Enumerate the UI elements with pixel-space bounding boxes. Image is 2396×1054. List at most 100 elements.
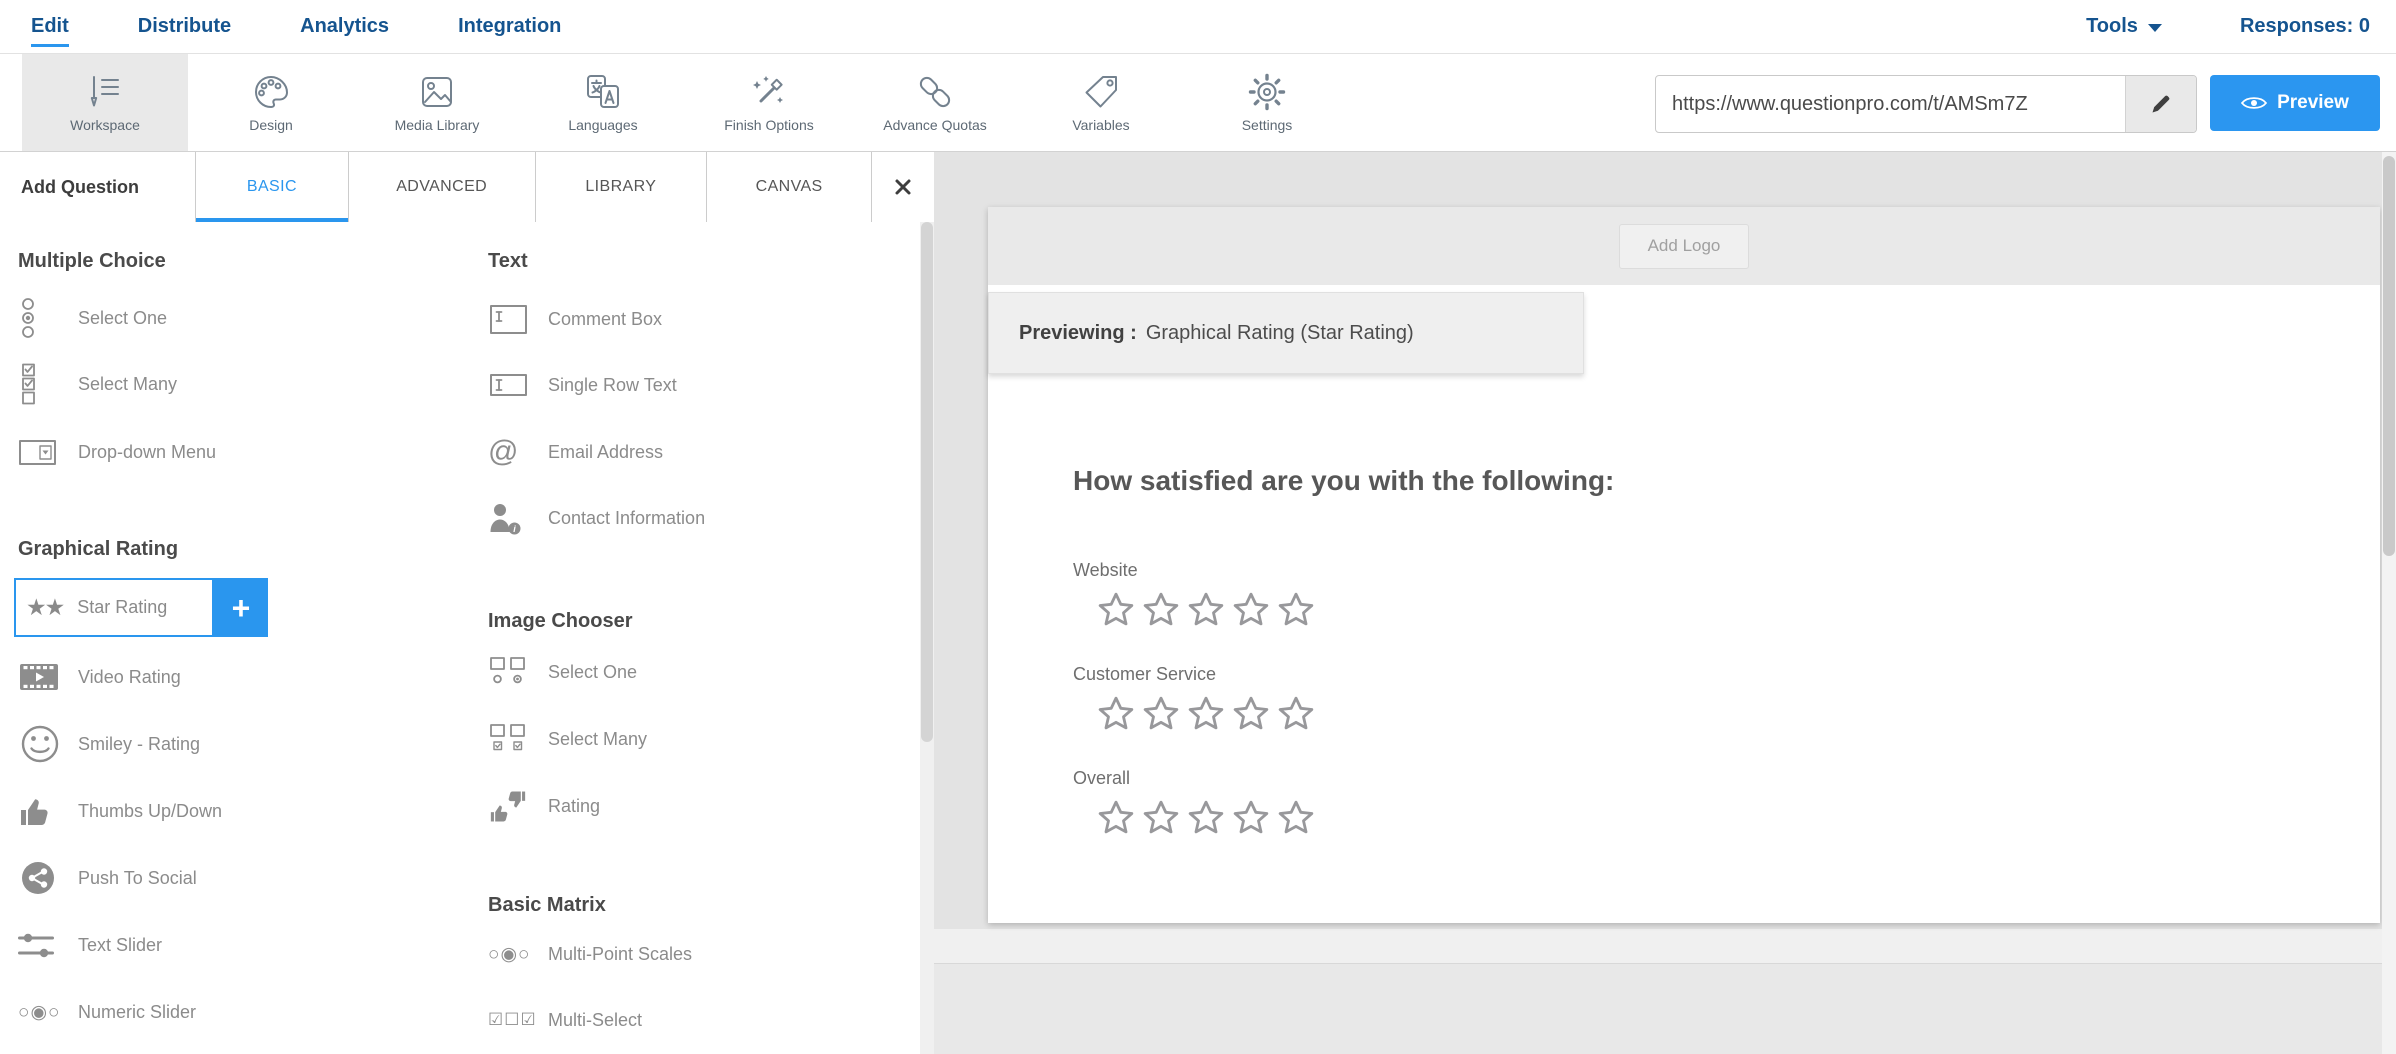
nav-edit[interactable]: Edit — [31, 15, 69, 38]
rating-row-label: Overall — [1073, 767, 1320, 789]
star-rating-box[interactable]: ★★ Star Rating — [14, 578, 214, 637]
preview-button[interactable]: Preview — [2210, 75, 2380, 131]
toolbar-advance-quotas[interactable]: Advance Quotas — [852, 54, 1018, 151]
toolbar-design[interactable]: Design — [188, 54, 354, 151]
toolbar-label: Media Library — [395, 117, 480, 133]
questionpro-editor: Edit Distribute Analytics Integration To… — [0, 0, 2396, 1054]
responses-count[interactable]: Responses: 0 — [2240, 15, 2370, 38]
qtype-multi-select[interactable]: ☑☐☑ Multi-Select — [488, 998, 934, 1042]
dropdown-box-icon — [18, 430, 64, 474]
rating-row-customer-service: Customer Service — [1073, 663, 1320, 734]
preview-label: Preview — [2277, 92, 2349, 114]
pane-scrollbar[interactable] — [2382, 152, 2396, 1054]
qtype-numeric-slider[interactable]: ○◉○ Numeric Slider — [18, 990, 468, 1034]
single-row-icon — [488, 363, 534, 407]
star-icon[interactable] — [1275, 694, 1317, 734]
qtype-label: Single Row Text — [548, 375, 677, 396]
multi-checkbox-icon: ☑☐☑ — [488, 1010, 534, 1030]
rating-row-overall: Overall — [1073, 767, 1320, 838]
star-icon[interactable] — [1230, 798, 1272, 838]
qtype-star-rating-selected[interactable]: ★★ Star Rating + — [14, 578, 468, 637]
add-star-rating-button[interactable]: + — [214, 578, 268, 637]
survey-url-input[interactable] — [1656, 76, 2125, 132]
qtype-text-slider[interactable]: Text Slider — [18, 923, 468, 967]
add-logo-button[interactable]: Add Logo — [1619, 224, 1749, 269]
toolbar-label: Variables — [1072, 117, 1129, 133]
star-icon[interactable] — [1185, 694, 1227, 734]
workspace-icon — [85, 72, 125, 112]
qtype-push-to-social[interactable]: Push To Social — [18, 856, 468, 900]
qtype-thumbs-up-down[interactable]: Thumbs Up/Down — [18, 789, 468, 833]
tab-canvas[interactable]: CANVAS — [706, 152, 871, 222]
star-icon[interactable] — [1275, 798, 1317, 838]
edit-url-button[interactable] — [2125, 76, 2196, 132]
tab-library[interactable]: LIBRARY — [535, 152, 706, 222]
question-type-panel: Multiple Choice Select One Select Many — [0, 222, 934, 1054]
tab-advanced[interactable]: ADVANCED — [348, 152, 535, 222]
chain-link-icon — [915, 72, 955, 112]
thumbs-rating-icon — [488, 786, 534, 826]
star-icon[interactable] — [1095, 590, 1137, 630]
toolbar-label: Advance Quotas — [883, 117, 987, 133]
magic-wand-icon — [749, 72, 789, 112]
qtype-select-one[interactable]: Select One — [18, 296, 468, 340]
qtype-single-row-text[interactable]: Single Row Text — [488, 363, 934, 407]
panel-column-2: Text Comment Box Single Row Te — [488, 222, 934, 1042]
star-icon[interactable] — [1275, 590, 1317, 630]
toolbar-media-library[interactable]: Media Library — [354, 54, 520, 151]
qtype-image-rating[interactable]: Rating — [488, 784, 934, 828]
qtype-image-select-many[interactable]: Select Many — [488, 717, 934, 761]
at-sign-icon: @ — [488, 435, 534, 469]
star-icon[interactable] — [1095, 694, 1137, 734]
panel-scrollbar[interactable] — [920, 222, 934, 1054]
pane-scrollbar-thumb[interactable] — [2383, 156, 2395, 556]
film-icon — [18, 662, 64, 692]
qtype-email-address[interactable]: @ Email Address — [488, 430, 934, 474]
rating-row-website: Website — [1073, 559, 1320, 630]
toolbar-settings[interactable]: Settings — [1184, 54, 1350, 151]
star-icon[interactable] — [1140, 590, 1182, 630]
tab-basic[interactable]: BASIC — [195, 152, 347, 222]
qtype-label: Thumbs Up/Down — [78, 801, 222, 822]
toolbar-label: Languages — [568, 117, 637, 133]
toolbar-label: Settings — [1242, 117, 1293, 133]
smiley-icon — [18, 722, 64, 766]
survey-url-box — [1655, 75, 2197, 133]
nav-analytics[interactable]: Analytics — [300, 15, 389, 38]
toolbar-variables[interactable]: Variables — [1018, 54, 1184, 151]
close-panel-button[interactable] — [871, 152, 934, 222]
star-icon[interactable] — [1095, 798, 1137, 838]
star-icon[interactable] — [1230, 590, 1272, 630]
star-rating-control — [1095, 590, 1320, 630]
qtype-label: Drop-down Menu — [78, 442, 216, 463]
nav-integration[interactable]: Integration — [458, 15, 561, 38]
qtype-dropdown-menu[interactable]: Drop-down Menu — [18, 430, 468, 474]
star-icon[interactable] — [1185, 590, 1227, 630]
tools-dropdown[interactable]: Tools — [2086, 15, 2162, 38]
star-icon[interactable] — [1230, 694, 1272, 734]
preview-pane: Add Logo How satisfied are you with the … — [934, 152, 2396, 1054]
qtype-select-many[interactable]: Select Many — [18, 362, 468, 406]
qtype-video-rating[interactable]: Video Rating — [18, 655, 468, 699]
qtype-comment-box[interactable]: Comment Box — [488, 297, 934, 341]
star-icon[interactable] — [1140, 694, 1182, 734]
qtype-multi-point-scales[interactable]: ○◉○ Multi-Point Scales — [488, 932, 934, 976]
star-icon[interactable] — [1140, 798, 1182, 838]
nav-distribute[interactable]: Distribute — [138, 15, 231, 38]
image-radio-icon — [488, 656, 534, 688]
star-pair-icon: ★★ — [26, 594, 63, 621]
qtype-contact-information[interactable]: i Contact Information — [488, 496, 934, 540]
question-panel-tabbar: Add Question BASIC ADVANCED LIBRARY CANV… — [0, 152, 934, 223]
toolbar-languages[interactable]: Languages — [520, 54, 686, 151]
rating-row-label: Customer Service — [1073, 663, 1320, 685]
toolbar-finish-options[interactable]: Finish Options — [686, 54, 852, 151]
qtype-image-select-one[interactable]: Select One — [488, 650, 934, 694]
star-icon[interactable] — [1185, 798, 1227, 838]
toolbar-workspace[interactable]: Workspace — [22, 54, 188, 151]
contact-person-icon: i — [488, 499, 534, 537]
qtype-smiley-rating[interactable]: Smiley - Rating — [18, 722, 468, 766]
toolbar-label: Design — [249, 117, 293, 133]
nav-right: Tools Responses: 0 — [2086, 15, 2370, 38]
panel-scrollbar-thumb[interactable] — [921, 222, 933, 742]
qtype-label: Comment Box — [548, 309, 662, 330]
